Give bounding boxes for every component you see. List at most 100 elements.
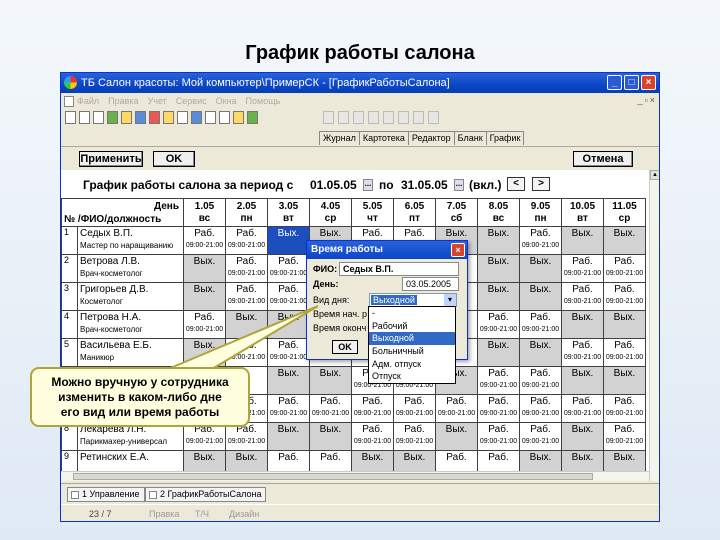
ok-button[interactable]: OK	[153, 151, 195, 167]
new-doc-icon[interactable]	[65, 111, 76, 124]
find-icon[interactable]	[413, 111, 424, 124]
close-button[interactable]: ×	[641, 75, 656, 90]
window-tab-management[interactable]: 1 Управление	[67, 487, 145, 502]
apply-button[interactable]: Применить	[79, 151, 143, 167]
option-working[interactable]: Рабочий	[369, 320, 455, 333]
schedule-cell[interactable]: Раб. 09:00-21:00	[435, 394, 478, 423]
schedule-cell[interactable]: Раб. 09:00-21:00	[519, 226, 562, 255]
schedule-cell[interactable]: Раб. 09:00-21:00	[393, 422, 436, 451]
menu-edit[interactable]: Правка	[108, 93, 138, 110]
schedule-cell[interactable]: Вых.	[603, 226, 646, 255]
period-from[interactable]: 01.05.05	[310, 178, 357, 192]
horizontal-scroll-thumb[interactable]	[73, 473, 593, 480]
schedule-cell[interactable]: Вых.	[477, 254, 520, 283]
schedule-cell[interactable]: Раб. 09:00-21:00	[519, 310, 562, 339]
book-icon[interactable]	[191, 111, 202, 124]
preview-icon[interactable]	[93, 111, 104, 124]
notes-icon[interactable]	[121, 111, 132, 124]
schedule-cell[interactable]: Раб. 09:00-21:00	[561, 254, 604, 283]
schedule-cell[interactable]: Раб. 09:00-21:00	[267, 338, 310, 367]
schedule-cell[interactable]: Раб. 09:00-21:00	[519, 422, 562, 451]
vertical-scrollbar[interactable]: ▲	[649, 170, 659, 481]
tab-schedule[interactable]: График	[485, 131, 525, 145]
schedule-cell[interactable]: Вых.	[267, 226, 310, 255]
copy-icon[interactable]	[353, 111, 364, 124]
window-titlebar[interactable]: ТБ Салон красоты: Мой компьютер\ПримерСК…	[61, 73, 659, 93]
tab-form[interactable]: Бланк	[453, 131, 487, 145]
undo-icon[interactable]	[398, 111, 409, 124]
schedule-cell[interactable]: Раб. 09:00-21:00	[225, 282, 268, 311]
prev-period-button[interactable]: <	[507, 177, 525, 191]
schedule-cell[interactable]: Раб. 09:00-21:00	[603, 394, 646, 423]
schedule-cell[interactable]: Вых.	[519, 254, 562, 283]
schedule-cell[interactable]: Вых.	[267, 366, 310, 395]
schedule-cell[interactable]: Раб. 09:00-21:00	[477, 310, 520, 339]
schedule-cell[interactable]: Вых.	[183, 282, 226, 311]
schedule-cell[interactable]: Вых.	[435, 422, 478, 451]
schedule-cell[interactable]: Раб. 09:00-21:00	[351, 394, 394, 423]
tab-journal[interactable]: Журнал	[319, 131, 360, 145]
schedule-cell[interactable]: Раб. 09:00-21:00	[603, 422, 646, 451]
menu-file[interactable]: Файл	[77, 93, 99, 110]
schedule-cell[interactable]: Раб. 09:00-21:00	[561, 394, 604, 423]
schedule-cell[interactable]: Вых.	[477, 338, 520, 367]
option-day-off[interactable]: Выходной	[369, 332, 455, 346]
day-type-select[interactable]: Выходной ▾	[369, 293, 457, 307]
schedule-cell[interactable]: Вых.	[561, 422, 604, 451]
eraser-icon[interactable]	[177, 111, 188, 124]
schedule-cell[interactable]: Вых.	[309, 422, 352, 451]
schedule-cell[interactable]: Вых.	[561, 226, 604, 255]
cut-icon[interactable]	[338, 111, 349, 124]
delete-icon[interactable]	[383, 111, 394, 124]
employee-cell[interactable]: Васильева Е.Б. Маникюр	[77, 338, 184, 367]
schedule-cell[interactable]: Раб. 09:00-21:00	[561, 338, 604, 367]
menu-help[interactable]: Помощь	[246, 93, 281, 110]
employee-cell[interactable]: Ветрова Л.В. Врач-косметолог	[77, 254, 184, 283]
mdi-minimize-button[interactable]: _	[638, 95, 643, 105]
chevron-down-icon[interactable]: ▾	[444, 294, 456, 306]
horizontal-scrollbar[interactable]	[61, 471, 649, 481]
bulb-icon[interactable]	[233, 111, 244, 124]
cancel-button[interactable]: Отмена	[573, 151, 633, 167]
tree-icon[interactable]	[219, 111, 230, 124]
schedule-cell[interactable]: Раб. 09:00-21:00	[603, 338, 646, 367]
edit-icon[interactable]	[323, 111, 334, 124]
schedule-cell[interactable]: Раб. 09:00-21:00	[561, 282, 604, 311]
mdi-close-button[interactable]: ×	[650, 95, 655, 105]
next-period-button[interactable]: >	[532, 177, 550, 191]
option-none[interactable]: -	[369, 307, 455, 320]
menu-accounting[interactable]: Учет	[148, 93, 167, 110]
mdi-restore-button[interactable]: ▫	[645, 95, 648, 105]
schedule-cell[interactable]: Раб. 09:00-21:00	[393, 394, 436, 423]
schedule-cell[interactable]: Раб. 09:00-21:00	[477, 366, 520, 395]
schedule-cell[interactable]: Раб. 09:00-21:00	[477, 394, 520, 423]
employee-cell[interactable]: Петрова Н.А. Врач-косметолог	[77, 310, 184, 339]
print-icon[interactable]	[79, 111, 90, 124]
menu-windows[interactable]: Окна	[216, 93, 237, 110]
schedule-cell[interactable]: Вых.	[477, 226, 520, 255]
tab-card-index[interactable]: Картотека	[358, 131, 409, 145]
schedule-cell[interactable]: Раб. 09:00-21:00	[603, 282, 646, 311]
schedule-cell[interactable]: Раб. 09:00-21:00	[183, 310, 226, 339]
window-tab-schedule[interactable]: 2 ГрафикРаботыСалона	[145, 487, 267, 502]
calendar-icon[interactable]	[205, 111, 216, 124]
schedule-cell[interactable]: Вых.	[519, 282, 562, 311]
maximize-button[interactable]: □	[624, 75, 639, 90]
schedule-cell[interactable]: Вых.	[183, 254, 226, 283]
schedule-cell[interactable]: Вых.	[561, 310, 604, 339]
schedule-cell[interactable]: Раб. 09:00-21:00	[267, 282, 310, 311]
schedule-cell[interactable]: Раб. 09:00-21:00	[225, 338, 268, 367]
dialog-ok-button[interactable]: OK	[332, 340, 358, 354]
schedule-cell[interactable]: Раб. 09:00-21:00	[309, 394, 352, 423]
schedule-cell[interactable]: Раб. 09:00-21:00	[267, 254, 310, 283]
dialog-close-button[interactable]: ×	[451, 243, 465, 257]
document-icon[interactable]	[64, 96, 74, 107]
chart-icon[interactable]	[135, 111, 146, 124]
schedule-cell[interactable]: Вых.	[267, 422, 310, 451]
schedule-cell[interactable]: Вых.	[477, 282, 520, 311]
schedule-cell[interactable]: Вых.	[183, 338, 226, 367]
schedule-cell[interactable]: Вых.	[603, 310, 646, 339]
bag-icon[interactable]	[247, 111, 258, 124]
schedule-cell[interactable]: Раб. 09:00-21:00	[519, 366, 562, 395]
to-date-picker-button[interactable]: ...	[454, 179, 464, 191]
